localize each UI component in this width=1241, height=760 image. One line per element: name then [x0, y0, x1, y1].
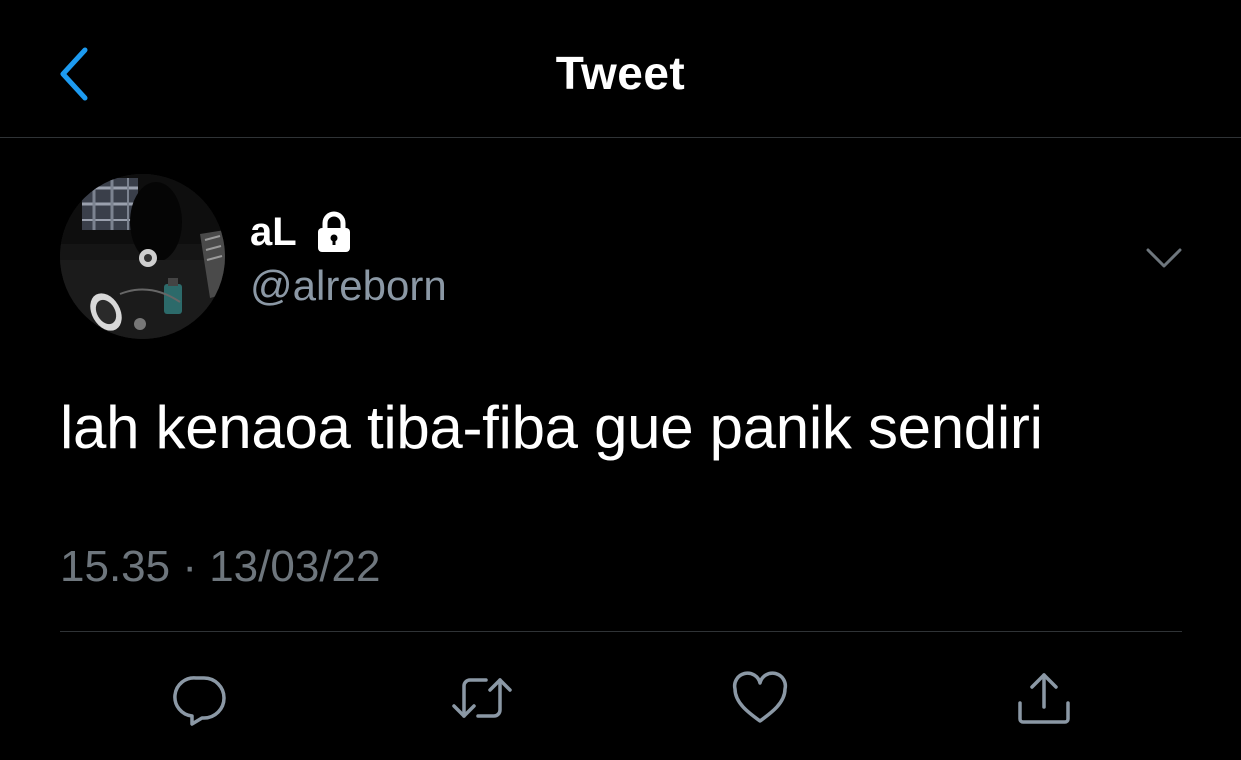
like-button[interactable] [728, 666, 792, 730]
page-title: Tweet [555, 47, 686, 99]
reply-button[interactable] [168, 666, 232, 730]
retweet-button[interactable] [450, 666, 514, 730]
more-options-button[interactable] [1140, 238, 1188, 278]
top-nav-bar: Tweet [0, 0, 1241, 138]
divider [60, 631, 1182, 632]
like-icon [732, 671, 788, 723]
avatar[interactable] [60, 174, 225, 339]
reply-icon [173, 676, 226, 726]
retweet-icon [452, 678, 512, 718]
share-icon [1018, 673, 1070, 724]
username[interactable]: @alreborn [250, 262, 447, 310]
lock-icon [311, 209, 357, 255]
tweet-text: lah kenaoa tiba-fiba gue panik sendiri [60, 394, 1043, 461]
display-name: aL [250, 209, 297, 254]
share-button[interactable] [1012, 666, 1076, 730]
tweet-detail-screen: Tweet aL @alreborn lah kenaoa tiba-fiba … [0, 0, 1241, 760]
avatar-image [60, 174, 225, 339]
chevron-down-icon [1146, 248, 1182, 268]
tweet-timestamp[interactable]: 15.35 · 13/03/22 [60, 542, 380, 592]
author-name-row[interactable]: aL [250, 206, 357, 258]
